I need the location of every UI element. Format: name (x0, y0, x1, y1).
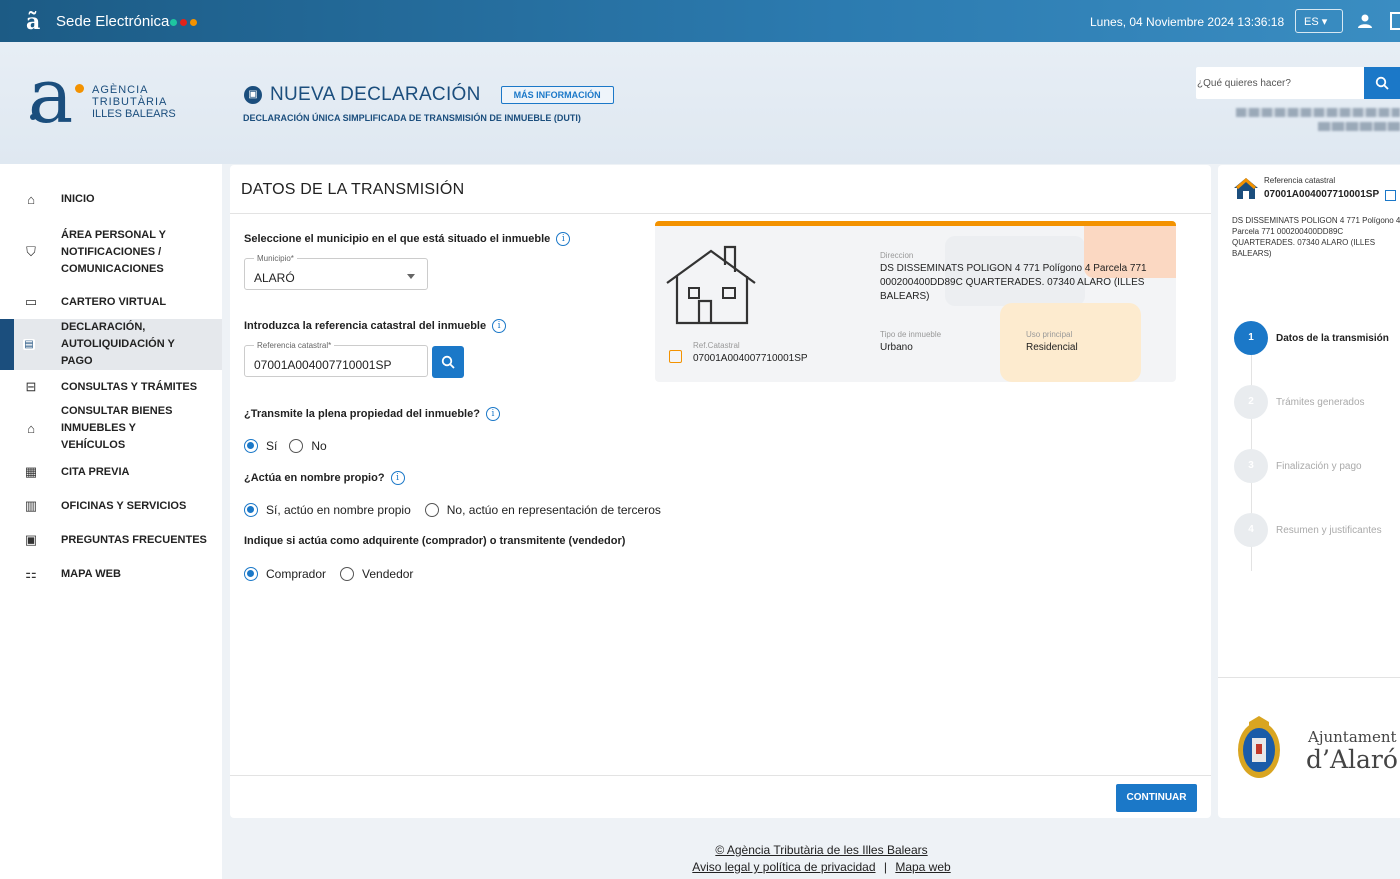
language-selector[interactable]: ES ▾ (1295, 9, 1343, 33)
faq-icon: ▣ (24, 532, 38, 547)
page-subtitle: DECLARACIÓN ÚNICA SIMPLIFICADA DE TRANSM… (243, 113, 581, 123)
referencia-catastral-input[interactable]: Referencia catastral* 07001A004007710001… (244, 341, 428, 377)
transmission-form: DATOS DE LA TRANSMISIÓN Seleccione el mu… (230, 165, 1211, 818)
info-icon[interactable]: i (492, 319, 507, 333)
agency-logo[interactable]: a AGÈNCIA TRIBUTÀRIA ILLES BALEARS (28, 54, 178, 138)
property-home-icon (1234, 177, 1258, 199)
sidebar-item-bienes[interactable]: ⌂ CONSULTAR BIENES INMUEBLES Y VEHÍCULOS (0, 405, 222, 451)
property-card: Ref.Catastral 07001A004007710001SP Direc… (655, 221, 1176, 382)
chevron-down-icon (407, 274, 415, 279)
radio-plena-si[interactable] (244, 439, 258, 453)
legal-link[interactable]: Aviso legal y política de privacidad (692, 860, 875, 874)
alaro-crest-icon (1238, 716, 1280, 778)
radio-comprador[interactable] (244, 567, 258, 581)
step-tramites-generados: 2 Trámites generados (1234, 385, 1365, 419)
question-referencia: Introduzca la referencia catastral del i… (244, 319, 507, 333)
sidebar-item-inicio[interactable]: ⌂ INICIO (0, 188, 222, 210)
property-address: DS DISSEMINATS POLIGON 4 771 Polígono 4 … (1232, 216, 1400, 258)
sidebar-item-preguntas[interactable]: ▣ PREGUNTAS FRECUENTES (0, 529, 222, 551)
laptop-icon: ▭ (24, 294, 38, 309)
search-input[interactable]: ¿Qué quieres hacer? (1197, 78, 1291, 89)
footer-links: Aviso legal y política de privacidad | M… (692, 860, 951, 874)
alaro-label: d’Alaró (1306, 745, 1398, 774)
step-datos-transmision: 1 Datos de la transmisión (1234, 321, 1389, 355)
referencia-search-button[interactable] (432, 346, 464, 378)
form-title: DATOS DE LA TRANSMISIÓN (241, 181, 465, 198)
radio-plena-no[interactable] (289, 439, 304, 453)
municipio-select[interactable]: Municipio* ALARÓ (244, 254, 428, 290)
page-header: a AGÈNCIA TRIBUTÀRIA ILLES BALEARS ▣ NUE… (0, 42, 1400, 164)
briefcase-icon: ⊟ (25, 379, 37, 394)
page-title: NUEVA DECLARACIÓN (270, 84, 481, 105)
plena-propiedad-radios: Sí No (244, 439, 327, 453)
search-icon (441, 355, 455, 369)
document-icon: ▤ (23, 339, 35, 350)
summary-panel: Referencia catastral 07001A004007710001S… (1218, 165, 1400, 818)
rol-radios: Comprador Vendedor (244, 567, 413, 581)
user-icon[interactable] (1356, 12, 1374, 30)
footer-copyright: © Agència Tributària de les Illes Balear… (715, 843, 928, 857)
info-icon[interactable]: i (485, 407, 500, 421)
sidebar-item-cita-previa[interactable]: ▦ CITA PREVIA (0, 461, 222, 483)
external-link-icon[interactable] (669, 350, 682, 363)
sidebar: ⌂ INICIO ⛉ ÁREA PERSONAL Y NOTIFICACIONE… (0, 164, 222, 879)
sidebar-item-oficinas[interactable]: ▥ OFICINAS Y SERVICIOS (0, 495, 222, 517)
radio-nombre-propio-no[interactable] (424, 503, 439, 517)
more-info-button[interactable]: MÁS INFORMACIÓN (500, 86, 614, 104)
logout-icon[interactable] (1390, 12, 1400, 30)
nombre-propio-radios: Sí, actúo en nombre propio No, actúo en … (244, 503, 661, 517)
header-search: ¿Qué quieres hacer? (1196, 67, 1400, 99)
info-icon[interactable]: i (556, 232, 571, 246)
home-icon: ⌂ (27, 191, 35, 207)
search-icon (1375, 76, 1389, 90)
sidebar-item-consultas[interactable]: ⊟ CONSULTAS Y TRÁMITES (0, 376, 222, 398)
calendar-clock-icon: ▦ (24, 464, 38, 479)
question-municipio: Seleccione el municipio en el que está s… (244, 232, 571, 246)
blurred-user-name (1236, 108, 1400, 117)
ajuntament-label: Ajuntament (1308, 728, 1397, 746)
info-icon[interactable]: i (390, 471, 405, 485)
sidebar-item-declaracion[interactable]: ▤ DECLARACIÓN, AUTOLIQUIDACIÓN Y PAGO (0, 319, 222, 370)
sidebar-item-cartero[interactable]: ▭ CARTERO VIRTUAL (0, 291, 222, 313)
search-button[interactable] (1364, 67, 1400, 99)
radio-vendedor[interactable] (340, 567, 355, 581)
agency-logo-icon[interactable]: ã (26, 9, 40, 35)
site-title[interactable]: Sede Electrónica (56, 13, 169, 30)
step-finalizacion-pago: 3 Finalización y pago (1234, 449, 1362, 483)
top-bar: ã Sede Electrónica Lunes, 04 Noviembre 2… (0, 0, 1400, 42)
external-link-icon[interactable] (1385, 190, 1396, 201)
sitemap-link[interactable]: Mapa web (895, 860, 950, 874)
continue-button[interactable]: CONTINUAR (1116, 784, 1197, 812)
declaration-icon: ▣ (244, 86, 262, 104)
brand-dots (170, 19, 197, 26)
sidebar-item-area-personal[interactable]: ⛉ ÁREA PERSONAL Y NOTIFICACIONES / COMUN… (0, 224, 222, 280)
sidebar-item-mapa-web[interactable]: ⚏ MAPA WEB (0, 563, 222, 585)
question-rol: Indique si actúa como adquirente (compra… (244, 535, 626, 547)
house-car-icon: ⌂ (27, 420, 35, 436)
person-shield-icon: ⛉ (26, 244, 36, 259)
house-icon (666, 245, 756, 325)
step-resumen-justificantes: 4 Resumen y justificantes (1234, 513, 1382, 547)
question-plena-propiedad: ¿Transmite la plena propiedad del inmueb… (244, 407, 500, 421)
question-nombre-propio: ¿Actúa en nombre propio? i (244, 471, 405, 485)
sitemap-icon: ⚏ (25, 566, 37, 581)
blurred-user-id (1318, 122, 1400, 131)
building-icon: ▥ (24, 498, 38, 513)
agency-logo-mark: a (28, 51, 74, 140)
current-datetime: Lunes, 04 Noviembre 2024 13:36:18 (1090, 15, 1285, 29)
radio-nombre-propio-si[interactable] (244, 503, 258, 517)
